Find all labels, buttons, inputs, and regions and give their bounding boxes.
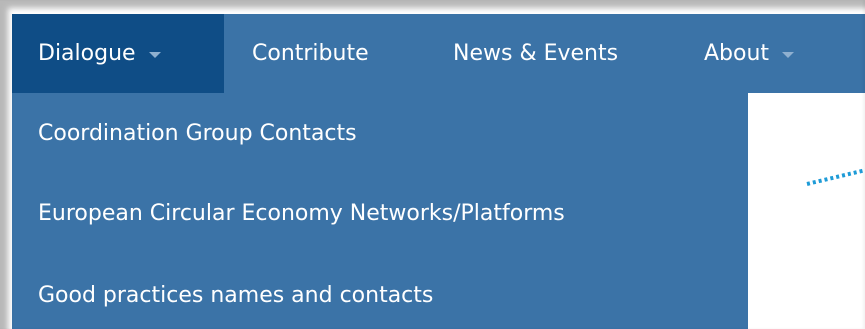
- nav-item-dialogue[interactable]: Dialogue: [12, 14, 224, 93]
- nav-item-label: News & Events: [453, 41, 619, 66]
- dropdown-item-coordination-group-contacts[interactable]: Coordination Group Contacts: [38, 121, 357, 146]
- nav-item-label: About: [704, 41, 770, 66]
- nav-item-contribute[interactable]: Contribute: [252, 14, 369, 93]
- nav-item-about[interactable]: About: [704, 14, 795, 93]
- main-nav-bar: Dialogue Contribute News & Events About: [12, 14, 865, 93]
- screenshot-frame: Dialogue Contribute News & Events About …: [0, 0, 865, 329]
- nav-item-news-events[interactable]: News & Events: [453, 14, 618, 93]
- caret-down-icon: [782, 51, 795, 58]
- nav-item-label: Contribute: [252, 41, 369, 66]
- page-content-area: [748, 93, 865, 329]
- nav-item-label: Dialogue: [38, 41, 136, 66]
- dotted-annotation-line: [806, 168, 865, 186]
- caret-down-icon: [148, 51, 161, 58]
- dropdown-item-good-practices-contacts[interactable]: Good practices names and contacts: [38, 283, 433, 308]
- dialogue-dropdown-menu: Coordination Group Contacts European Cir…: [12, 93, 748, 329]
- dropdown-item-european-circular-economy-networks[interactable]: European Circular Economy Networks/Platf…: [38, 201, 565, 226]
